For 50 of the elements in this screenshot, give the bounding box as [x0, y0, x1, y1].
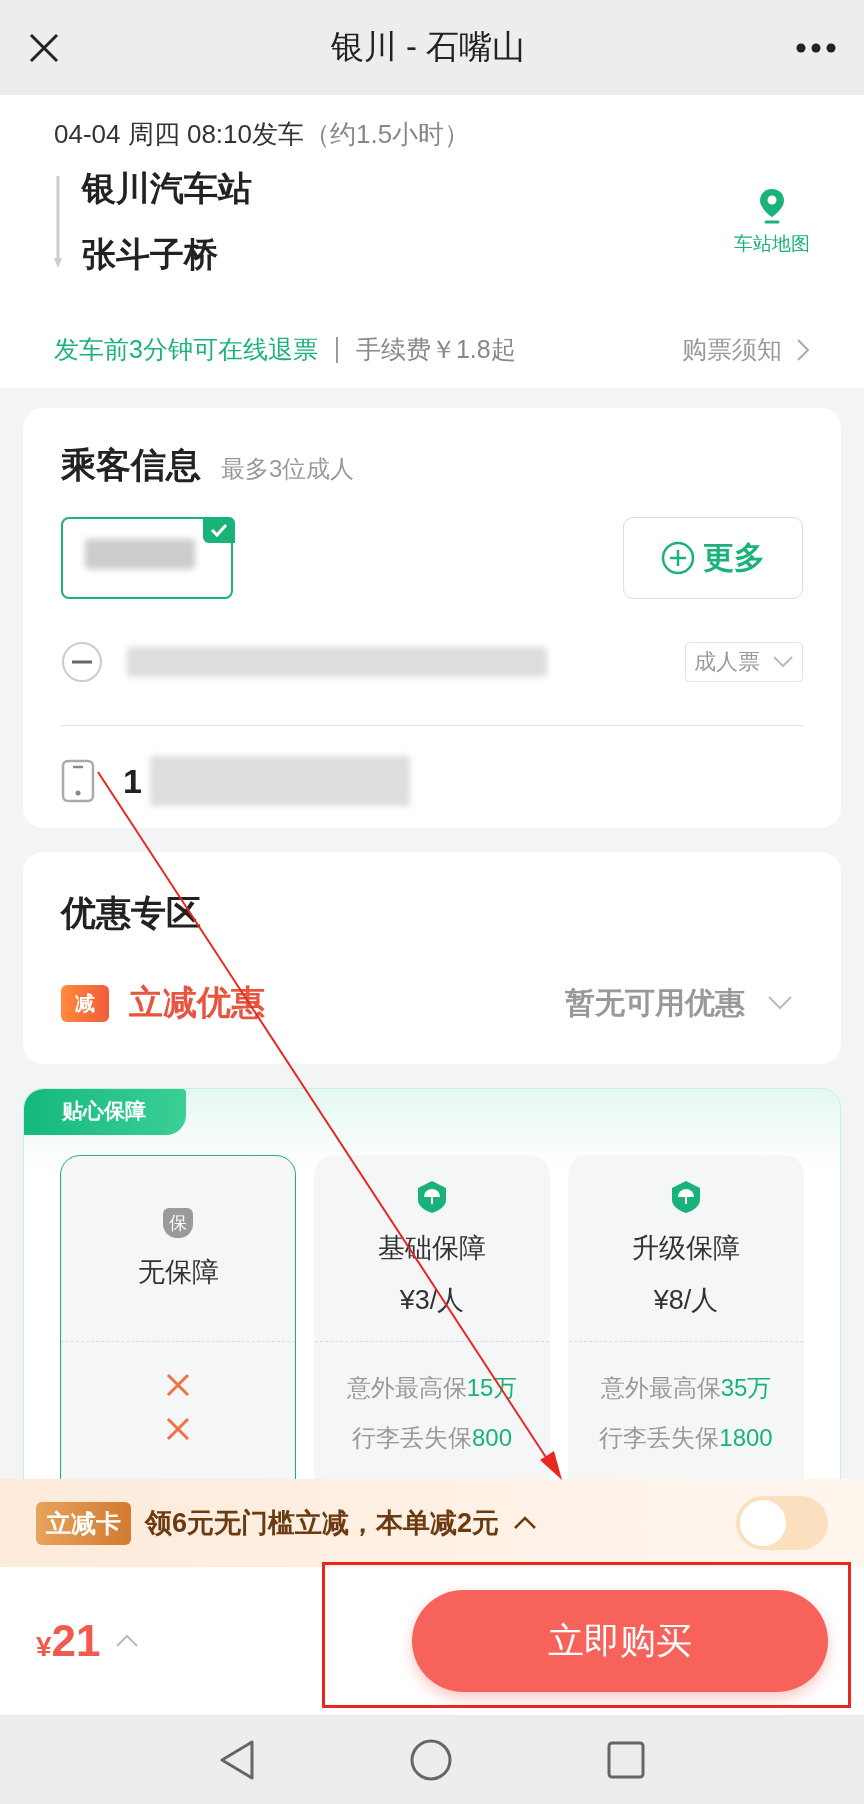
shield-icon: 保	[163, 1207, 193, 1238]
coupon-toggle[interactable]	[736, 1496, 828, 1550]
coverage-text: 意外最高保35万	[600, 1373, 772, 1403]
insurance-plan[interactable]: 升级保障 ¥8/人 意外最高保35万 行李丢失保1800	[568, 1155, 804, 1479]
chevron-icon	[796, 337, 810, 362]
coupon-text: 领6元无门槛立减，本单减2元	[145, 1507, 500, 1540]
plus-icon	[661, 541, 695, 575]
fee-text: 手续费￥1.8起	[355, 334, 516, 365]
ticket-type-dropdown[interactable]: 成人票	[685, 642, 803, 682]
home-icon[interactable]	[410, 1738, 452, 1781]
passenger-chip[interactable]	[61, 517, 233, 599]
total-price: ¥21	[36, 1616, 101, 1666]
umbrella-shield-icon	[415, 1179, 449, 1214]
back-icon[interactable]	[219, 1738, 255, 1781]
insurance-plan[interactable]: 保 无保障	[60, 1155, 296, 1479]
more-icon[interactable]	[796, 42, 836, 53]
route-line-icon	[54, 174, 62, 270]
refund-note: 发车前3分钟可在线退票	[54, 334, 318, 365]
station-map-link[interactable]: 车站地图	[734, 187, 810, 257]
plan-name: 无保障	[137, 1255, 219, 1289]
caret-icon	[772, 655, 794, 669]
plan-name: 升级保障	[632, 1231, 740, 1265]
trip-duration: （约1.5小时）	[304, 119, 471, 149]
section-hint: 最多3位成人	[221, 454, 355, 484]
cross-icon	[165, 1372, 191, 1398]
discount-dropdown[interactable]: 暂无可用优惠	[565, 982, 793, 1024]
add-passenger-button[interactable]: 更多	[623, 517, 803, 599]
cross-icon	[165, 1416, 191, 1442]
umbrella-shield-icon	[669, 1179, 703, 1214]
phone-number: 1	[123, 761, 142, 801]
remove-icon[interactable]	[61, 641, 103, 683]
section-title: 乘客信息	[61, 444, 201, 486]
departure-time: 04-04 周四 08:10发车	[54, 119, 304, 149]
discount-badge: 减	[61, 984, 109, 1022]
phone-icon	[61, 759, 95, 803]
plan-price: ¥8/人	[653, 1283, 719, 1317]
map-pin-icon	[758, 187, 786, 225]
close-icon[interactable]	[28, 31, 60, 64]
notice-link[interactable]: 购票须知	[682, 333, 810, 366]
buy-button[interactable]: 立即购买	[412, 1590, 828, 1692]
window-title: 银川 - 石嘴山	[330, 27, 526, 67]
departure-station: 银川汽车站	[82, 168, 253, 209]
recents-icon[interactable]	[607, 1740, 645, 1779]
coverage-text: 行李丢失保800	[351, 1423, 512, 1453]
check-icon	[203, 517, 235, 543]
caret-icon	[767, 995, 793, 1011]
arrival-station: 张斗子桥	[82, 234, 219, 275]
coverage-text: 行李丢失保1800	[599, 1423, 773, 1453]
caret-icon[interactable]	[513, 1516, 538, 1530]
coupon-badge: 立减卡	[36, 1501, 131, 1545]
